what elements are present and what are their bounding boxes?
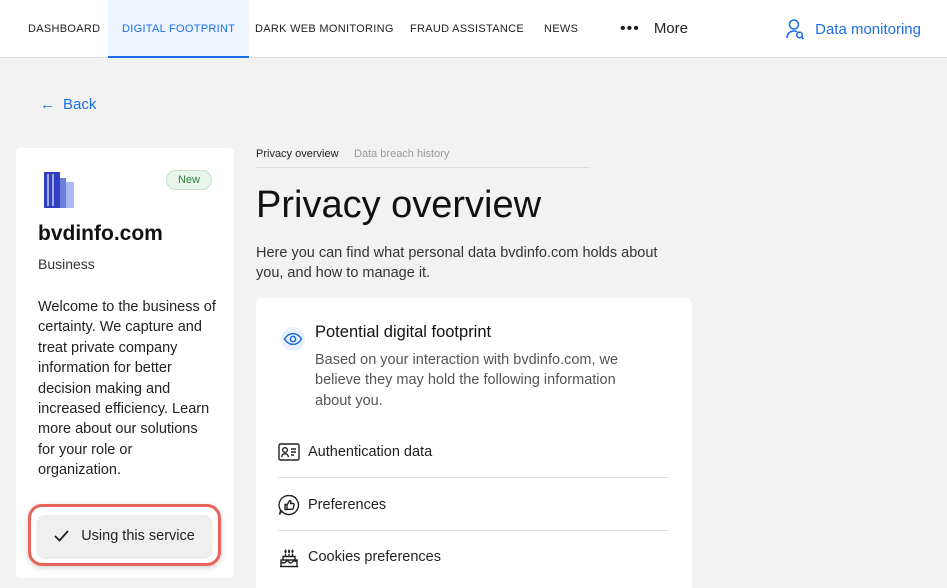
footprint-item-preferences[interactable]: Preferences — [278, 479, 669, 531]
cake-icon — [278, 546, 300, 568]
nav-news[interactable]: NEWS — [530, 0, 592, 58]
footprint-item-label: Cookies preferences — [308, 549, 441, 565]
footprint-title: Potential digital footprint — [315, 323, 492, 341]
tab-data-breach-history[interactable]: Data breach history — [354, 148, 449, 160]
nav-more-label: More — [653, 20, 688, 37]
nav-fraud-assistance[interactable]: FRAUD ASSISTANCE — [396, 0, 538, 58]
back-link[interactable]: ← Back — [40, 96, 96, 113]
user-monitoring-icon — [786, 19, 805, 40]
arrow-left-icon: ← — [40, 96, 55, 113]
using-this-service-button[interactable]: Using this service — [37, 515, 212, 557]
footprint-card: Potential digital footprint Based on you… — [256, 298, 692, 588]
tab-privacy-overview[interactable]: Privacy overview — [256, 148, 339, 160]
checkmark-icon — [54, 530, 69, 542]
back-label: Back — [63, 96, 97, 113]
nav-dark-web-monitoring[interactable]: DARK WEB MONITORING — [241, 0, 408, 58]
company-type: Business — [38, 256, 95, 272]
footprint-description: Based on your interaction with bvdinfo.c… — [315, 352, 619, 409]
eye-icon — [280, 326, 306, 357]
footprint-item-cookies[interactable]: Cookies preferences — [278, 531, 669, 583]
footprint-item-label: Authentication data — [308, 443, 433, 460]
footprint-item-label: Preferences — [308, 496, 387, 513]
id-card-icon — [278, 442, 300, 461]
page-title: Privacy overview — [256, 184, 542, 226]
nav-more-button[interactable]: ••• More — [620, 0, 688, 58]
intro-text: Here you can find what personal data bvd… — [256, 245, 658, 282]
nav-dashboard[interactable]: DASHBOARD — [14, 0, 114, 58]
nav-digital-footprint[interactable]: DIGITAL FOOTPRINT — [108, 0, 250, 58]
data-monitoring-link[interactable]: Data monitoring — [785, 0, 921, 58]
using-this-service-label: Using this service — [81, 528, 195, 544]
new-badge: New — [165, 170, 212, 190]
thumbs-up-bubble-icon — [278, 494, 300, 516]
top-navigation: DASHBOARD DIGITAL FOOTPRINT DARK WEB MON… — [0, 0, 947, 58]
company-logo-icon — [42, 172, 78, 215]
company-name: bvdinfo.com — [38, 222, 163, 245]
more-dots-icon: ••• — [620, 20, 640, 37]
tab-bar: Privacy overview Data breach history — [256, 147, 589, 168]
company-description: Welcome to the business of certainty. We… — [38, 299, 216, 479]
data-monitoring-label: Data monitoring — [815, 20, 921, 38]
footprint-item-authentication[interactable]: Authentication data — [278, 426, 669, 478]
